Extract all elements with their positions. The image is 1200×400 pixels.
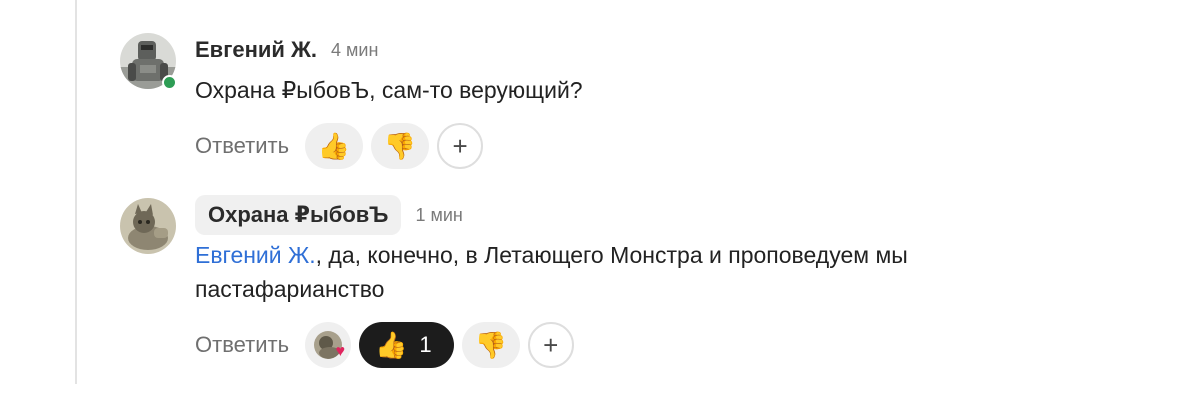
mention-link[interactable]: Евгений Ж. bbox=[195, 242, 316, 268]
comment-header: Охрана ₽ыбовЪ 1 мин bbox=[195, 195, 1095, 235]
comment-actions: Ответить 👍 👎 + bbox=[195, 123, 1095, 169]
comment-text: Евгений Ж., да, конечно, в Летающего Мон… bbox=[195, 238, 1095, 306]
reaction-count: 1 bbox=[419, 332, 432, 357]
add-reaction-button[interactable]: + bbox=[437, 123, 484, 169]
thumbs-up-icon: 👍 bbox=[375, 329, 408, 360]
avatar[interactable] bbox=[120, 198, 176, 254]
author-name[interactable]: Евгений Ж. bbox=[195, 37, 317, 63]
reply-button[interactable]: Ответить bbox=[195, 133, 289, 159]
plus-icon: + bbox=[452, 130, 468, 161]
timestamp: 4 мин bbox=[331, 39, 379, 60]
thumbs-up-reaction-button[interactable]: 👍 bbox=[305, 123, 364, 169]
thumbs-up-icon: 👍 bbox=[317, 130, 351, 161]
thumbs-down-reaction-button[interactable]: 👎 bbox=[461, 322, 520, 368]
reactor-avatar[interactable]: ♥ bbox=[305, 322, 352, 368]
timestamp: 1 мин bbox=[415, 204, 463, 225]
author-name: Охрана ₽ыбовЪ bbox=[208, 202, 389, 227]
plus-icon: + bbox=[543, 329, 559, 360]
comment-header: Евгений Ж. 4 мин bbox=[195, 33, 1095, 67]
thumbs-down-icon: 👎 bbox=[383, 130, 417, 161]
add-reaction-button[interactable]: + bbox=[527, 322, 574, 368]
comment-body: Евгений Ж. 4 мин Охрана ₽ыбовЪ, сам-то в… bbox=[195, 33, 1095, 169]
comment-text: Охрана ₽ыбовЪ, сам-то верующий? bbox=[195, 77, 583, 103]
comment-body: Охрана ₽ыбовЪ 1 мин Евгений Ж., да, коне… bbox=[195, 195, 1095, 368]
thread-line bbox=[75, 0, 77, 384]
thumbs-down-reaction-button[interactable]: 👎 bbox=[371, 123, 430, 169]
author-chip[interactable]: Охрана ₽ыбовЪ bbox=[195, 195, 402, 235]
heart-icon: ♥ bbox=[335, 343, 346, 360]
reply-button[interactable]: Ответить bbox=[195, 332, 289, 358]
online-status-indicator bbox=[162, 75, 177, 90]
thumbs-up-reaction-button[interactable]: 👍 1 bbox=[359, 322, 454, 368]
comment-actions: Ответить ♥ 👍 1 👎 + bbox=[195, 322, 1095, 368]
thumbs-down-icon: 👎 bbox=[474, 329, 507, 360]
